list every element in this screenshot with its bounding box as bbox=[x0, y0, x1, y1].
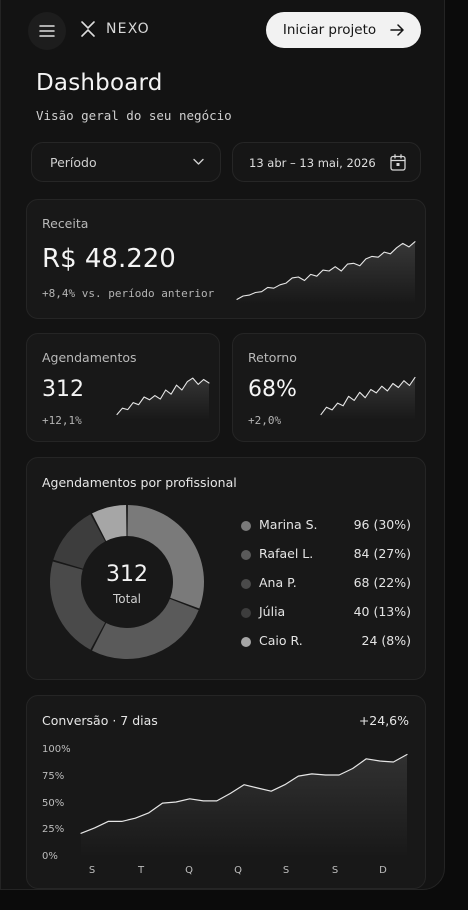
header: NEXO Iniciar projeto bbox=[28, 12, 421, 50]
y-tick-label: 25% bbox=[42, 824, 65, 835]
calendar-icon bbox=[390, 154, 406, 171]
series-area bbox=[81, 754, 407, 858]
legend-name: Caio R. bbox=[259, 633, 303, 648]
by-professional-title: Agendamentos por profissional bbox=[42, 475, 237, 490]
x-tick-label: D bbox=[379, 865, 387, 876]
legend-dot bbox=[241, 608, 251, 618]
y-tick-label: 50% bbox=[42, 798, 65, 809]
legend-value: 24 (8%) bbox=[361, 633, 411, 648]
retention-delta: +2,0% bbox=[248, 414, 282, 427]
legend-value: 84 (27%) bbox=[353, 546, 411, 561]
revenue-label: Receita bbox=[42, 216, 89, 231]
appointments-delta: +12,1% bbox=[42, 414, 82, 427]
x-tick-label: S bbox=[282, 865, 290, 876]
conversion-delta: +24,6% bbox=[358, 713, 409, 728]
legend-row-caio[interactable]: Caio R. 24 (8%) bbox=[241, 632, 411, 652]
legend-row-marina[interactable]: Marina S. 96 (30%) bbox=[241, 516, 411, 536]
donut-total-label: Total bbox=[112, 592, 142, 606]
appointments-label: Agendamentos bbox=[42, 350, 137, 365]
series-area bbox=[117, 378, 209, 420]
legend-dot bbox=[241, 579, 251, 589]
period-select[interactable]: Período bbox=[31, 142, 221, 182]
appointments-card[interactable]: Agendamentos 312 +12,1% bbox=[26, 333, 220, 442]
legend-name: Júlia bbox=[259, 604, 286, 619]
legend-value: 96 (30%) bbox=[353, 517, 411, 532]
legend-value: 40 (13%) bbox=[353, 604, 411, 619]
donut-total-value: 312 bbox=[106, 562, 148, 587]
legend-name: Marina S. bbox=[259, 517, 318, 532]
nexo-logo-icon bbox=[81, 21, 95, 37]
appointments-value: 312 bbox=[42, 377, 84, 402]
retention-label: Retorno bbox=[248, 350, 297, 365]
start-project-label: Iniciar projeto bbox=[282, 22, 377, 38]
y-tick-label: 100% bbox=[42, 744, 71, 755]
revenue-sparkline bbox=[236, 241, 416, 304]
legend-name: Ana P. bbox=[259, 575, 297, 590]
x-tick-label: Q bbox=[234, 865, 242, 876]
retention-value: 68% bbox=[248, 377, 297, 402]
revenue-delta: +8,4% vs. período anterior bbox=[42, 287, 215, 300]
legend-dot bbox=[241, 550, 251, 560]
page-title: Dashboard bbox=[36, 70, 163, 96]
retention-sparkline bbox=[320, 376, 416, 420]
legend-row-rafael[interactable]: Rafael L. 84 (27%) bbox=[241, 545, 411, 565]
brand-name: NEXO bbox=[106, 21, 150, 37]
legend-row-julia[interactable]: Júlia 40 (13%) bbox=[241, 603, 411, 623]
retention-card[interactable]: Retorno 68% +2,0% bbox=[232, 333, 426, 442]
revenue-card[interactable]: Receita R$ 48.220 +8,4% vs. período ante… bbox=[26, 199, 426, 319]
x-tick-label: Q bbox=[185, 865, 193, 876]
x-tick-label: S bbox=[331, 865, 339, 876]
x-tick-label: T bbox=[137, 865, 145, 876]
legend-dot bbox=[241, 521, 251, 531]
appointments-sparkline bbox=[116, 377, 210, 420]
y-tick-label: 75% bbox=[42, 771, 65, 782]
chevron-down-icon bbox=[193, 158, 204, 165]
start-project-button[interactable]: Iniciar projeto bbox=[266, 12, 421, 48]
legend-name: Rafael L. bbox=[259, 546, 314, 561]
menu-button[interactable] bbox=[28, 12, 66, 50]
conversion-area-chart bbox=[80, 753, 408, 858]
by-professional-card[interactable]: Agendamentos por profissional 312 Total … bbox=[26, 457, 426, 680]
period-select-label: Período bbox=[50, 155, 97, 170]
legend-row-ana[interactable]: Ana P. 68 (22%) bbox=[241, 574, 411, 594]
revenue-value: R$ 48.220 bbox=[42, 244, 176, 274]
x-tick-label: S bbox=[88, 865, 96, 876]
date-range-picker[interactable]: 13 abr – 13 mai, 2026 bbox=[232, 142, 421, 182]
legend-value: 68 (22%) bbox=[353, 575, 411, 590]
donut-slice bbox=[92, 598, 199, 659]
brand-logo[interactable]: NEXO bbox=[80, 20, 150, 38]
hamburger-menu-icon bbox=[39, 25, 55, 37]
conversion-title: Conversão · 7 dias bbox=[42, 713, 158, 728]
series-area bbox=[237, 241, 415, 304]
conversion-card[interactable]: Conversão · 7 dias +24,6% 100% 75% 50% 2… bbox=[26, 695, 426, 889]
arrow-right-icon bbox=[390, 24, 404, 36]
y-tick-label: 0% bbox=[42, 851, 58, 862]
page-subtitle: Visão geral do seu negócio bbox=[36, 108, 232, 123]
date-range-label: 13 abr – 13 mai, 2026 bbox=[249, 156, 376, 170]
legend-dot bbox=[241, 637, 251, 647]
